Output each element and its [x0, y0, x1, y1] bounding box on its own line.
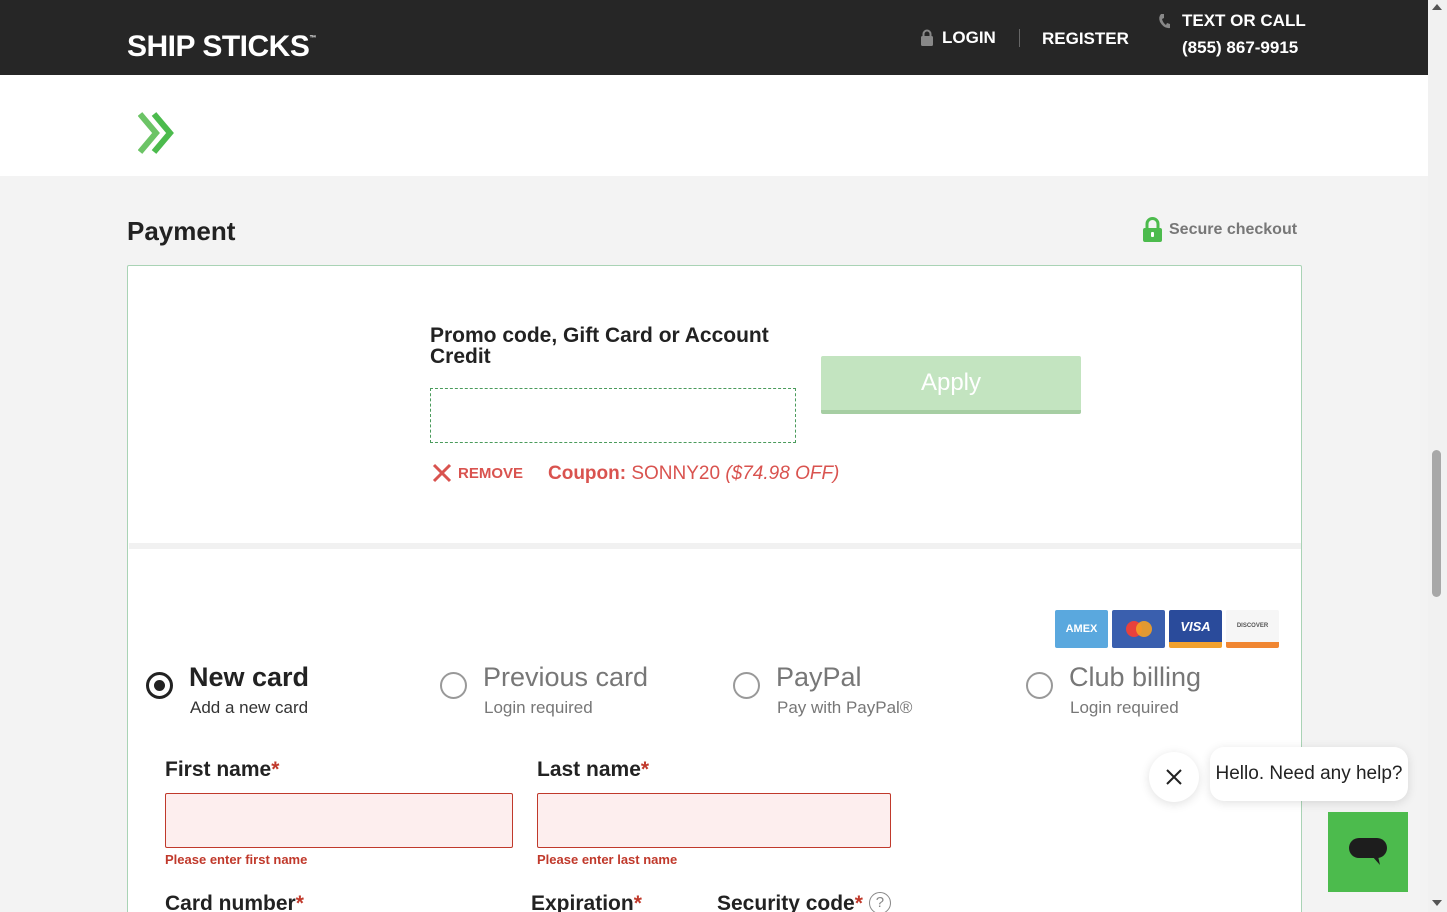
card-brand-logos: AMEX VISA DISCOVER — [1055, 610, 1279, 648]
apply-button[interactable]: Apply — [821, 356, 1081, 414]
ship-sticks-logo[interactable]: SHIP STICKS™ — [127, 30, 316, 64]
chat-close-button[interactable] — [1149, 752, 1199, 802]
scroll-up-arrow[interactable] — [1432, 4, 1442, 10]
discover-logo: DISCOVER — [1226, 610, 1279, 648]
chat-icon — [1349, 838, 1387, 865]
promo-code-input[interactable] — [430, 388, 796, 443]
top-header: SHIP STICKS™ LOGIN REGISTER TEXT OR CALL… — [0, 0, 1428, 75]
payment-title: Payment — [127, 216, 236, 246]
chat-greeting-bubble[interactable]: Hello. Need any help? — [1210, 747, 1408, 801]
option-title: Club billing — [1069, 662, 1202, 692]
option-title: Previous card — [483, 662, 649, 692]
logo-text: SHIP STICKS — [127, 30, 310, 63]
option-club-billing[interactable]: Club billing Login required — [1026, 662, 1201, 718]
mastercard-logo — [1112, 610, 1165, 648]
last-name-error: Please enter last name — [537, 852, 678, 867]
card-number-label: Card number* — [165, 892, 304, 912]
coupon-applied-text: Coupon: SONNY20 ($74.98 OFF) — [548, 463, 839, 485]
option-subtitle: Login required — [1070, 698, 1179, 717]
radio-new-card[interactable] — [146, 672, 173, 699]
padlock-icon — [1143, 217, 1162, 242]
first-name-field[interactable] — [165, 793, 513, 848]
close-icon — [432, 463, 452, 483]
option-paypal[interactable]: PayPal Pay with PayPal® — [733, 662, 912, 718]
first-name-error: Please enter first name — [165, 852, 308, 867]
checkout-progress-strip — [0, 75, 1428, 176]
scroll-thumb[interactable] — [1432, 450, 1441, 597]
option-title: New card — [189, 662, 310, 692]
coupon-prefix: Coupon: — [548, 463, 627, 484]
secure-checkout-badge: Secure checkout — [1142, 217, 1297, 243]
scroll-down-arrow[interactable] — [1432, 900, 1442, 906]
amex-logo: AMEX — [1055, 610, 1108, 648]
option-new-card[interactable]: New card Add a new card — [146, 662, 309, 718]
first-name-label: First name* — [165, 758, 280, 781]
option-subtitle: Pay with PayPal® — [777, 698, 913, 717]
page-scrollbar[interactable] — [1428, 0, 1447, 912]
option-subtitle: Add a new card — [190, 698, 309, 717]
expiration-label: Expiration* — [531, 892, 642, 912]
last-name-label: Last name* — [537, 758, 650, 781]
remove-coupon-button[interactable]: REMOVE — [432, 463, 523, 483]
register-link[interactable]: REGISTER — [1042, 29, 1129, 49]
close-icon — [1166, 769, 1182, 785]
option-title: PayPal — [776, 662, 862, 692]
progress-chevron-icon — [138, 112, 174, 154]
help-icon[interactable]: ? — [868, 892, 891, 912]
radio-club-billing[interactable] — [1026, 672, 1053, 699]
login-link[interactable]: LOGIN — [920, 28, 996, 48]
phone-number-link[interactable]: (855) 867-9915 — [1182, 38, 1298, 58]
radio-previous-card[interactable] — [440, 672, 467, 699]
mastercard-circles-icon — [1125, 621, 1152, 637]
remove-label: REMOVE — [458, 464, 524, 482]
phone-icon — [1159, 14, 1170, 29]
coupon-discount: ($74.98 OFF) — [725, 463, 840, 484]
security-code-label: Security code*? — [717, 892, 891, 912]
text-or-call-label: TEXT OR CALL — [1182, 11, 1306, 30]
option-previous-card[interactable]: Previous card Login required — [440, 662, 648, 718]
lock-icon — [921, 29, 933, 46]
chat-launcher-button[interactable] — [1328, 812, 1408, 892]
secure-checkout-label: Secure checkout — [1169, 221, 1298, 238]
last-name-field[interactable] — [537, 793, 891, 848]
promo-code-label: Promo code, Gift Card or Account Credit — [430, 324, 769, 368]
coupon-code: SONNY20 — [631, 463, 721, 484]
option-subtitle: Login required — [484, 698, 593, 717]
visa-logo: VISA — [1169, 610, 1222, 648]
login-label: LOGIN — [942, 28, 996, 47]
nav-divider — [1019, 29, 1020, 47]
payment-card: Promo code, Gift Card or Account Credit … — [127, 265, 1302, 912]
section-divider — [129, 543, 1301, 549]
radio-paypal[interactable] — [733, 672, 760, 699]
